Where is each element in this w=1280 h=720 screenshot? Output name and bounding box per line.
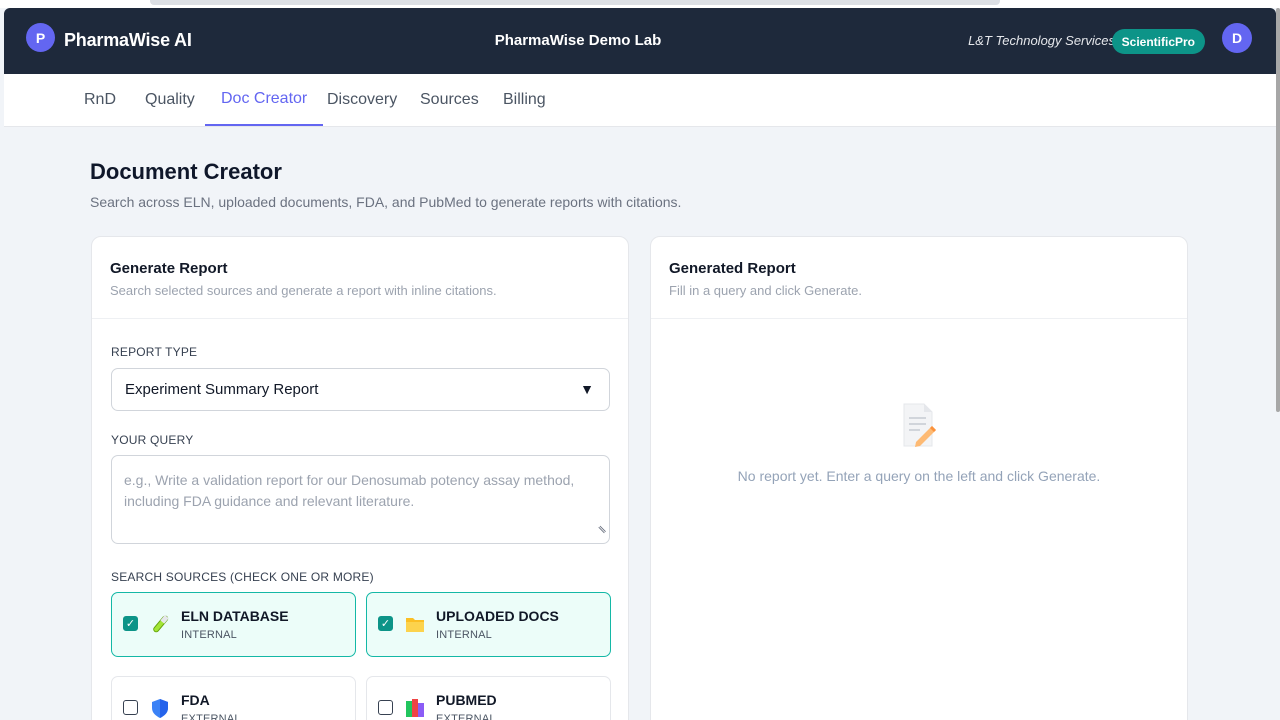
folder-icon xyxy=(404,613,426,635)
report-type-value: Experiment Summary Report xyxy=(125,381,319,398)
empty-state: No report yet. Enter a query on the left… xyxy=(651,402,1187,484)
generate-report-card: Generate Report Search selected sources … xyxy=(91,236,629,720)
report-type-select[interactable]: Experiment Summary Report ▼ xyxy=(111,368,610,411)
generated-report-card: Generated Report Fill in a query and cli… xyxy=(650,236,1188,720)
books-icon xyxy=(404,697,426,719)
generate-report-header: Generate Report Search selected sources … xyxy=(92,237,628,319)
source-pubmed[interactable]: PUBMED EXTERNAL xyxy=(366,676,611,720)
source-uploaded-docs[interactable]: ✓ UPLOADED DOCS INTERNAL xyxy=(366,592,611,657)
source-name: FDA xyxy=(181,692,210,708)
source-type: EXTERNAL xyxy=(181,713,241,720)
search-sources-label: SEARCH SOURCES (CHECK ONE OR MORE) xyxy=(111,570,374,584)
resize-handle-icon[interactable]: ‖ xyxy=(595,521,613,539)
main-tabs: RnD Quality Doc Creator Discovery Source… xyxy=(4,74,1276,127)
generated-report-title: Generated Report xyxy=(669,260,796,277)
tab-doc-creator[interactable]: Doc Creator xyxy=(205,74,324,126)
query-label: YOUR QUERY xyxy=(111,433,194,447)
memo-icon xyxy=(902,402,936,448)
report-type-label: REPORT TYPE xyxy=(111,345,198,359)
source-name: ELN DATABASE xyxy=(181,608,289,624)
generate-report-subtitle: Search selected sources and generate a r… xyxy=(110,283,497,298)
chevron-down-icon: ▼ xyxy=(580,381,594,397)
tab-discovery[interactable]: Discovery xyxy=(311,74,413,126)
tab-billing[interactable]: Billing xyxy=(487,74,562,126)
company-name: L&T Technology Services xyxy=(968,33,1115,48)
test-tube-icon xyxy=(149,613,171,635)
checkbox-pubmed[interactable] xyxy=(378,700,393,715)
query-placeholder: e.g., Write a validation report for our … xyxy=(124,472,575,509)
app-header: P PharmaWise AI PharmaWise Demo Lab L&T … xyxy=(4,8,1276,74)
checkbox-eln-database[interactable]: ✓ xyxy=(123,616,138,631)
tab-rnd[interactable]: RnD xyxy=(68,74,132,126)
source-type: EXTERNAL xyxy=(436,713,496,720)
query-input[interactable]: e.g., Write a validation report for our … xyxy=(111,455,610,544)
page-title: Document Creator xyxy=(90,159,282,184)
source-fda[interactable]: FDA EXTERNAL xyxy=(111,676,356,720)
source-name: PUBMED xyxy=(436,692,497,708)
tab-quality[interactable]: Quality xyxy=(129,74,211,126)
browser-address-bar[interactable] xyxy=(150,0,1000,5)
source-type: INTERNAL xyxy=(181,629,237,641)
source-eln-database[interactable]: ✓ ELN DATABASE INTERNAL xyxy=(111,592,356,657)
generate-report-title: Generate Report xyxy=(110,260,228,277)
generated-report-subtitle: Fill in a query and click Generate. xyxy=(669,283,862,298)
source-type: INTERNAL xyxy=(436,629,492,641)
browser-chrome-strip xyxy=(0,0,1280,8)
checkbox-fda[interactable] xyxy=(123,700,138,715)
source-name: UPLOADED DOCS xyxy=(436,608,559,624)
user-avatar[interactable]: D xyxy=(1222,23,1252,53)
shield-icon xyxy=(149,697,171,719)
tab-sources[interactable]: Sources xyxy=(404,74,495,126)
generated-report-header: Generated Report Fill in a query and cli… xyxy=(651,237,1187,319)
checkbox-uploaded-docs[interactable]: ✓ xyxy=(378,616,393,631)
page-scrollbar[interactable] xyxy=(1276,8,1280,412)
page-subtitle: Search across ELN, uploaded documents, F… xyxy=(90,194,682,210)
plan-badge: ScientificPro xyxy=(1111,29,1205,54)
empty-state-text: No report yet. Enter a query on the left… xyxy=(737,468,1101,484)
